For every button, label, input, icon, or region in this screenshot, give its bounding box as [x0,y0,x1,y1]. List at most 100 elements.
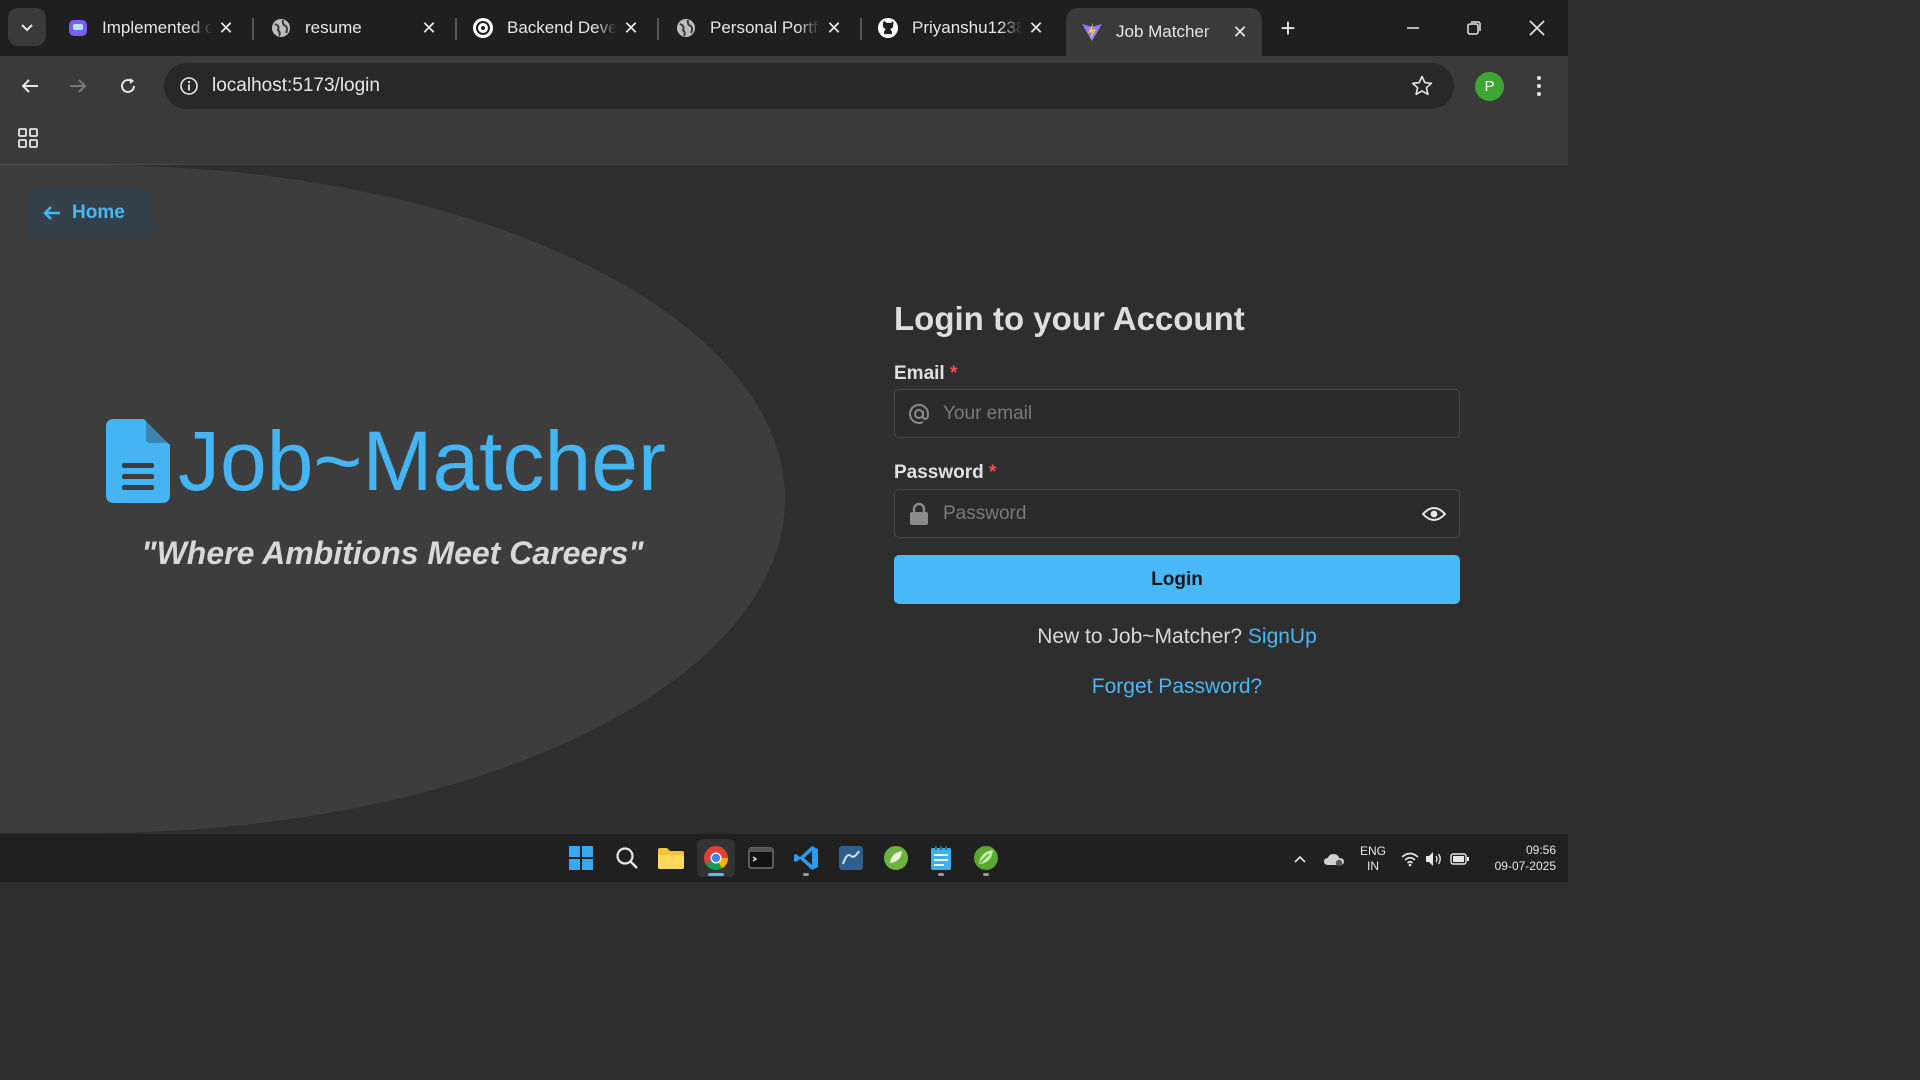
login-page: Home Job~Matcher "Where Ambitions Meet C… [0,165,1568,833]
tab-title: Job Matcher [1116,22,1210,41]
language-region: IN [1367,858,1379,873]
site-info-icon[interactable] [166,76,212,96]
url-text[interactable]: localhost:5173/login [212,75,380,97]
email-label-text: Email [894,363,945,384]
forget-password-link[interactable]: Forget Password? [894,675,1460,699]
restore-button[interactable] [1451,8,1497,48]
address-bar[interactable]: localhost:5173/login [164,63,1454,109]
github-icon [876,16,900,40]
close-icon[interactable]: ✕ [212,14,240,42]
login-button[interactable]: Login [894,555,1460,604]
file-explorer-button[interactable] [652,839,690,877]
spring-boot-button[interactable] [967,839,1005,877]
file-explorer-icon [658,848,684,869]
cloud-icon [1324,853,1344,866]
close-icon[interactable]: ✕ [415,14,443,42]
search-icon [616,847,638,869]
brand-logo: Job~Matcher [106,419,666,503]
mysql-workbench-button[interactable] [832,839,870,877]
search-button[interactable] [608,839,646,877]
profile-avatar[interactable]: P [1475,72,1504,101]
tray-overflow-button[interactable] [1292,834,1308,883]
chevron-up-icon [1294,855,1306,863]
home-button[interactable]: Home [28,188,153,237]
globe-icon [269,16,293,40]
vite-icon [1080,20,1104,44]
password-label: Password * [894,462,996,484]
tab-implemented[interactable]: Implemented c ✕ [52,8,248,48]
minimize-button[interactable] [1390,8,1436,48]
new-tab-button[interactable]: + [1272,12,1304,44]
email-label: Email * [894,363,957,385]
home-label: Home [72,201,125,223]
spring-tools-icon [884,846,908,870]
close-icon[interactable]: ✕ [617,14,645,42]
tab-title: resume [305,18,362,37]
tab-portfolio[interactable]: Personal Portfo ✕ [660,8,856,48]
eye-icon[interactable] [1409,505,1459,523]
tab-title: Backend Devel [507,18,617,37]
tab-separator [657,18,659,40]
notepad-button[interactable] [922,839,960,877]
document-icon [106,419,170,503]
active-indicator [708,873,724,876]
brand-tagline: "Where Ambitions Meet Careers" [141,535,644,571]
required-mark: * [989,462,997,483]
clock[interactable]: 09:56 09-07-2025 [1478,842,1556,874]
password-field[interactable] [894,489,1460,538]
vscode-button[interactable] [787,839,825,877]
tab-title: Implemented c [102,18,212,37]
tab-github[interactable]: Priyanshu1238 ✕ [862,8,1058,48]
volume-tray[interactable] [1425,834,1443,883]
email-input[interactable] [943,402,1459,425]
spring-tools-button[interactable] [877,839,915,877]
spring-boot-icon [974,846,998,870]
tab-job-matcher[interactable]: Job Matcher ✕ [1066,8,1262,56]
arrow-right-icon [70,79,87,93]
close-icon[interactable]: ✕ [1226,18,1254,46]
language-indicator[interactable]: ENG IN [1360,834,1386,883]
apps-grid-icon[interactable] [16,126,40,150]
clock-date: 09-07-2025 [1494,859,1556,873]
back-button[interactable] [10,66,50,106]
vscode-icon [794,846,818,870]
wifi-tray[interactable] [1401,834,1419,883]
password-input[interactable] [943,502,1409,525]
close-icon [1529,20,1545,36]
battery-tray[interactable] [1450,834,1470,883]
tab-backend[interactable]: Backend Devel ✕ [457,8,653,48]
arrow-left-icon [43,205,60,220]
signup-link[interactable]: SignUp [1248,625,1317,648]
battery-icon [1450,852,1469,865]
tab-resume[interactable]: resume ✕ [255,8,451,48]
signup-prompt-text: New to Job~Matcher? [1037,625,1243,648]
browser-toolbar: localhost:5173/login P [0,56,1568,116]
close-icon[interactable]: ✕ [1022,14,1050,42]
bookmark-star-icon[interactable] [1410,74,1434,103]
terminal-icon [748,847,774,869]
arrow-left-icon [21,79,38,93]
start-icon [569,846,593,870]
chrome-button[interactable] [697,839,735,877]
password-label-text: Password [894,462,984,483]
tab-search-button[interactable] [8,8,46,46]
forward-button[interactable] [58,66,98,106]
openai-icon [471,16,495,40]
tab-title: Personal Portfo [710,18,820,37]
close-icon[interactable]: ✕ [820,14,848,42]
terminal-button[interactable] [742,839,780,877]
tab-title: Priyanshu1238 [912,18,1022,37]
email-field[interactable] [894,389,1460,438]
restore-icon [1467,21,1481,35]
reload-button[interactable] [108,66,148,106]
close-window-button[interactable] [1514,8,1560,48]
speaker-icon [1426,851,1441,866]
brand-name: Job~Matcher [178,414,666,508]
copilot-icon [66,16,90,40]
browser-menu-icon[interactable] [1527,70,1551,102]
start-button[interactable] [562,839,600,877]
required-mark: * [949,363,958,384]
notepad-icon [931,846,951,870]
onedrive-tray[interactable] [1323,834,1345,883]
chevron-down-icon [21,24,33,32]
